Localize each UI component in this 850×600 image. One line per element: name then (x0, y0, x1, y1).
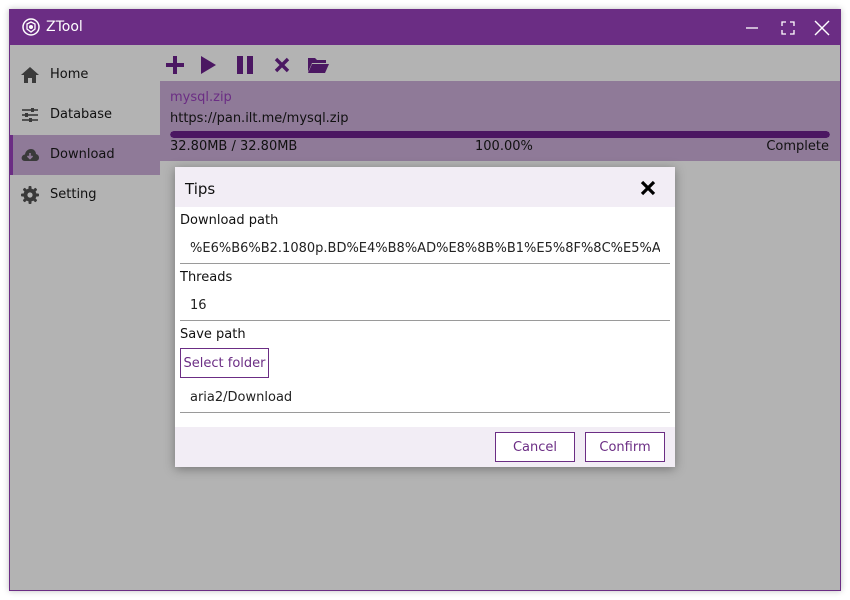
sidebar-item-home[interactable]: Home (10, 55, 160, 95)
play-icon[interactable] (196, 53, 220, 77)
dialog-title: Tips (185, 180, 216, 198)
minimize-icon[interactable] (741, 17, 763, 39)
sidebar-item-label: Home (50, 67, 89, 82)
threads-label: Threads (180, 270, 233, 285)
download-path-input[interactable] (180, 234, 670, 264)
download-url: https://pan.ilt.me/mysql.zip (170, 111, 349, 126)
download-percent: 100.00% (475, 139, 533, 154)
dialog-footer: Cancel Confirm (175, 427, 675, 467)
download-progress-fill (170, 131, 830, 138)
download-progress-bar (170, 131, 830, 138)
sliders-icon (20, 105, 40, 125)
download-item[interactable]: mysql.zip https://pan.ilt.me/mysql.zip 3… (160, 81, 840, 161)
close-icon[interactable] (811, 17, 833, 39)
download-size: 32.80MB / 32.80MB (170, 139, 298, 154)
maximize-icon[interactable] (777, 17, 799, 39)
open-folder-icon[interactable] (306, 53, 330, 77)
download-status: Complete (766, 139, 829, 154)
sidebar-item-label: Download (50, 147, 115, 162)
confirm-button[interactable]: Confirm (585, 432, 665, 462)
sidebar-item-label: Setting (50, 187, 97, 202)
gear-icon (20, 185, 40, 205)
delete-icon[interactable] (270, 53, 294, 77)
cancel-button[interactable]: Cancel (495, 432, 575, 462)
add-icon[interactable] (163, 53, 187, 77)
threads-input[interactable] (180, 291, 670, 321)
home-icon (20, 65, 40, 85)
cloud-download-icon (20, 145, 40, 165)
title-bar[interactable]: ZTool (10, 10, 840, 45)
download-file-name: mysql.zip (170, 90, 232, 105)
save-path-label: Save path (180, 327, 246, 342)
sidebar-item-database[interactable]: Database (10, 95, 160, 135)
close-icon[interactable] (639, 179, 657, 197)
sidebar-item-download[interactable]: Download (10, 135, 160, 175)
pause-icon[interactable] (233, 53, 257, 77)
download-path-label: Download path (180, 213, 279, 228)
app-title: ZTool (46, 19, 83, 35)
select-folder-button[interactable]: Select folder (180, 348, 269, 378)
save-path-input[interactable] (180, 383, 670, 413)
sidebar: Home Database Download Setting (10, 45, 160, 590)
download-toolbar (160, 45, 840, 81)
sidebar-item-setting[interactable]: Setting (10, 175, 160, 215)
tips-dialog: Tips Download path Threads Save path Sel… (175, 167, 675, 467)
ztool-logo-icon (22, 18, 40, 36)
dialog-header: Tips (175, 167, 675, 207)
sidebar-item-label: Database (50, 107, 113, 122)
